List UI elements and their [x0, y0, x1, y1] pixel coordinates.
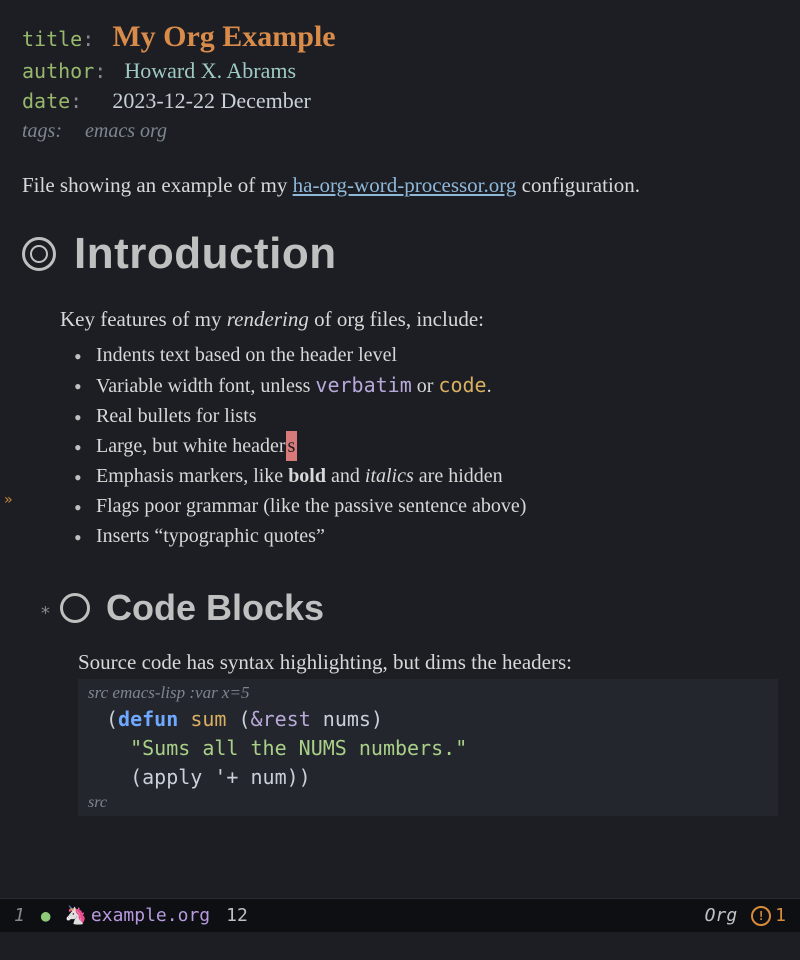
list-item: Variable width font, unless verbatim or … [74, 370, 778, 401]
heading-1-text: Introduction [74, 229, 337, 279]
code-text: code [438, 373, 486, 397]
tags-keyword: tags: [22, 120, 62, 142]
buffer-filename[interactable]: example.org [91, 905, 210, 926]
features-intro: Key features of my rendering of org file… [60, 307, 778, 332]
text-cursor: s [286, 431, 298, 461]
heading-1[interactable]: Introduction [22, 229, 778, 279]
verbatim-text: verbatim [315, 373, 411, 397]
src-end-line: src [88, 794, 768, 812]
modeline[interactable]: 1 ● 🦄 example.org 12 Org ! 1 [0, 898, 800, 932]
date-value: 2023-12-22 December [112, 88, 311, 113]
colon: : [94, 59, 106, 83]
minibuffer[interactable] [0, 932, 800, 960]
editor-buffer[interactable]: title: My Org Example author: Howard X. … [0, 0, 800, 890]
line-number: 12 [226, 905, 248, 926]
features-list: Indents text based on the header level V… [74, 340, 778, 551]
heading-bullet-icon [60, 593, 90, 623]
intro-text-after: configuration. [516, 173, 640, 197]
author-keyword: author [22, 59, 94, 83]
meta-tags-line: tags: emacs org [22, 120, 778, 143]
window-number: 1 [14, 905, 25, 926]
unicorn-icon: 🦄 [64, 905, 86, 926]
src-begin-line: src emacs-lisp :var x=5 [88, 683, 768, 703]
colon: : [70, 89, 82, 113]
list-item: Flags poor grammar (like the passive sen… [74, 491, 778, 521]
author-value: Howard X. Abrams [124, 58, 296, 83]
list-item: Real bullets for lists [74, 401, 778, 431]
title-value: My Org Example [112, 20, 335, 53]
list-item: Indents text based on the header level [74, 340, 778, 370]
warning-icon: ! [751, 906, 771, 926]
intro-paragraph: File showing an example of my ha-org-wor… [22, 171, 778, 199]
heading-2-text: Code Blocks [106, 587, 324, 629]
flycheck-warning[interactable]: ! 1 [751, 905, 786, 926]
source-code: (defun sum (&rest nums) "Sums all the NU… [88, 703, 768, 794]
title-keyword: title [22, 27, 82, 51]
meta-date-line: date: 2023-12-22 December [22, 88, 778, 114]
source-block[interactable]: src emacs-lisp :var x=5 (defun sum (&res… [78, 679, 778, 816]
org-star: * [40, 603, 51, 624]
config-link[interactable]: ha-org-word-processor.org [293, 173, 517, 197]
list-item: Emphasis markers, like bold and italics … [74, 461, 778, 491]
tags-value: emacs org [85, 120, 167, 142]
meta-author-line: author: Howard X. Abrams [22, 58, 778, 84]
code-blocks-intro: Source code has syntax highlighting, but… [78, 650, 778, 675]
colon: : [82, 27, 94, 51]
date-keyword: date [22, 89, 70, 113]
major-mode[interactable]: Org [705, 905, 738, 926]
list-item: Inserts “typographic quotes” [74, 521, 778, 551]
warning-count: 1 [775, 905, 786, 926]
intro-text-before: File showing an example of my [22, 173, 293, 197]
modified-indicator-icon: ● [41, 906, 51, 925]
heading-bullet-icon [22, 237, 56, 271]
heading-2[interactable]: * Code Blocks [60, 587, 778, 629]
list-item: Large, but white headers [74, 431, 778, 461]
fringe-indicator-icon: » [4, 492, 12, 508]
meta-title-line: title: My Org Example [22, 20, 778, 54]
